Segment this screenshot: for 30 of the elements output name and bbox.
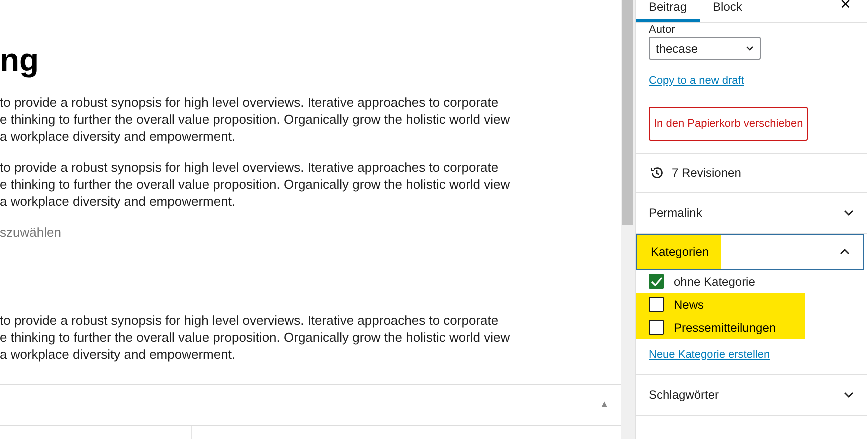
block-placeholder[interactable]: szuwählen — [0, 224, 621, 241]
revisions-link[interactable]: 7 Revisionen — [636, 154, 867, 193]
scrollbar-thumb[interactable] — [622, 0, 633, 225]
panel-header[interactable]: Kategorien — [636, 234, 864, 270]
paragraph-text[interactable]: to provide a robust synopsis for high level overviews. Iterative approaches to corporate e thinking to further the overall value proposition. Organically grow the holistic world view a workplace diversity and empowerment. — [0, 94, 621, 145]
category-option[interactable]: ohne Kategorie — [636, 270, 805, 293]
sidebar-tab[interactable]: Block — [700, 0, 756, 22]
panel-header[interactable]: Schlagwörter — [636, 374, 867, 414]
chevron-up-icon — [840, 249, 850, 255]
sidebar-tab[interactable]: Beitrag — [636, 0, 700, 22]
category-option[interactable]: Pressemitteilungen — [636, 316, 805, 339]
author-select[interactable]: thecase — [649, 37, 761, 60]
paragraph-text[interactable]: to provide a robust synopsis for high level overviews. Iterative approaches to corporate e thinking to further the overall value proposition. Organically grow the holistic world view a workplace diversity and empowerment. — [0, 159, 621, 210]
checkbox[interactable] — [649, 320, 664, 335]
paragraph-text[interactable]: to provide a robust synopsis for high level overviews. Iterative approaches to corporate e thinking to further the overall value proposition. Organically grow the holistic world view a workplace diversity and empowerment. — [0, 312, 621, 363]
close-button[interactable]: × — [840, 0, 851, 9]
history-icon — [650, 166, 664, 180]
checkbox[interactable] — [649, 274, 664, 289]
chevron-down-icon — [844, 210, 854, 216]
toggle-panel-button[interactable]: ▲ — [600, 398, 609, 412]
post-title[interactable]: ng — [0, 40, 621, 80]
chevron-down-icon — [844, 392, 854, 398]
category-option[interactable]: News — [636, 293, 805, 316]
new-category-link[interactable]: Neue Kategorie erstellen — [649, 347, 770, 364]
chevron-down-icon — [746, 46, 754, 51]
checkbox[interactable] — [649, 297, 664, 312]
trash-button[interactable]: In den Papierkorb verschieben — [649, 106, 808, 141]
copy-draft-link[interactable]: Copy to a new draft — [649, 73, 744, 90]
field-label: Autor — [649, 24, 676, 36]
panel-header[interactable]: Permalink — [636, 193, 867, 233]
